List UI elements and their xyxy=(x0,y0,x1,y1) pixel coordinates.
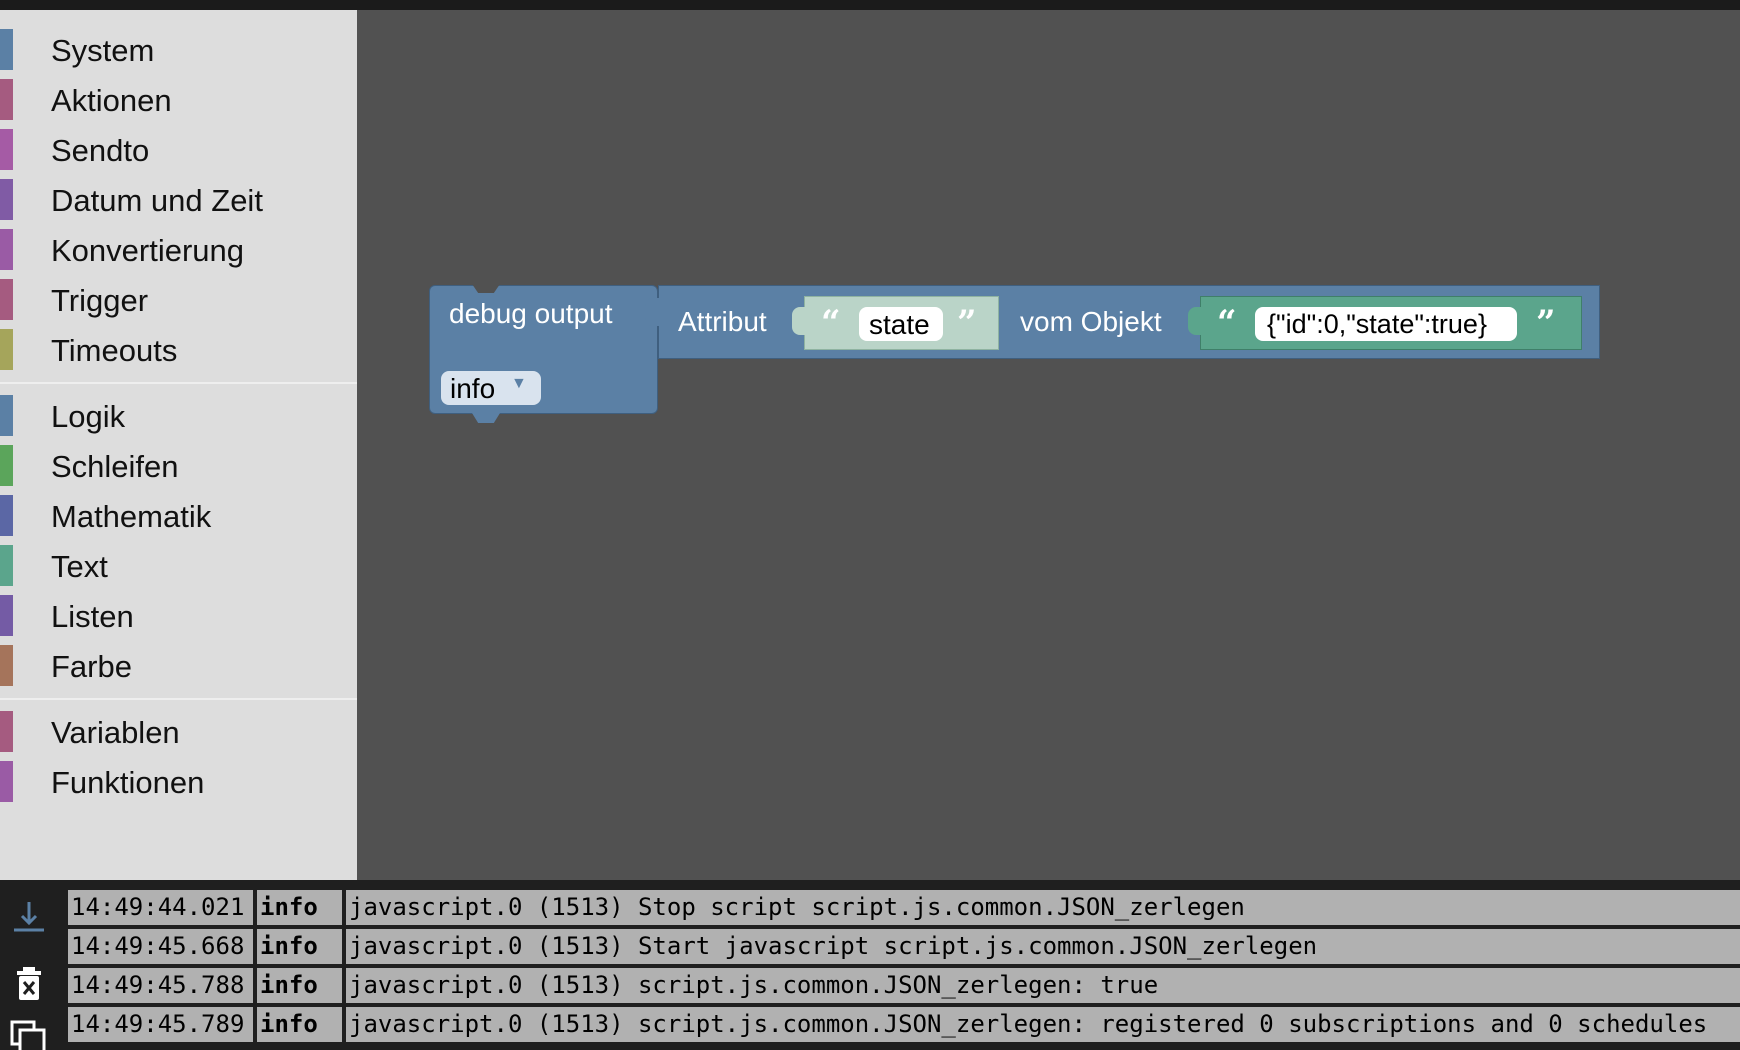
toolbox-category-konvertierung[interactable]: Konvertierung xyxy=(0,228,357,272)
toolbox-separator xyxy=(0,382,357,384)
log-row: 14:49:44.021 info javascript.0 (1513) Stop… xyxy=(68,890,1740,925)
get-attribute-block[interactable]: Attribut “ state ” vom Objekt “ {"id":0,… xyxy=(645,285,1600,359)
object-text-value: {"id":0,"state":true} xyxy=(1267,309,1487,339)
text-block-object[interactable]: “ {"id":0,"state":true} ” xyxy=(1188,296,1582,350)
log-time: 14:49:45.788 xyxy=(68,968,253,1003)
close-quote-icon: ” xyxy=(1536,303,1556,343)
category-color-marker xyxy=(0,545,13,586)
toolbox-category-funktionen[interactable]: Funktionen xyxy=(0,760,357,804)
toolbox-category-mathematik[interactable]: Mathematik xyxy=(0,494,357,538)
category-color-marker xyxy=(0,595,13,636)
toolbox-category-system[interactable]: System xyxy=(0,28,357,72)
category-color-marker xyxy=(0,179,13,220)
toolbox-category-listen[interactable]: Listen xyxy=(0,594,357,638)
blockly-toolbox: System Aktionen Sendto Datum und Zeit Konver… xyxy=(0,10,357,880)
category-label: Aktionen xyxy=(51,83,172,118)
open-quote-icon: “ xyxy=(1217,303,1237,343)
category-color-marker xyxy=(0,229,13,270)
log-level: info xyxy=(257,968,342,1003)
debug-level-value: info xyxy=(450,373,496,404)
output-connector xyxy=(645,298,659,326)
attribute-text-value: state xyxy=(869,309,930,340)
attribute-label: Attribut xyxy=(678,306,767,337)
block-previous-notch xyxy=(472,284,500,293)
text-block-attribute[interactable]: “ state ” xyxy=(792,296,999,350)
category-label: Funktionen xyxy=(51,765,205,800)
log-panel: 14:49:44.021 info javascript.0 (1513) Stop… xyxy=(0,880,1740,1050)
attribute-text-field[interactable]: state xyxy=(859,307,943,341)
category-color-marker xyxy=(0,129,13,170)
toolbox-category-schleifen[interactable]: Schleifen xyxy=(0,444,357,488)
log-time: 14:49:45.789 xyxy=(68,1007,253,1042)
toolbox-category-aktionen[interactable]: Aktionen xyxy=(0,78,357,122)
category-color-marker xyxy=(0,645,13,686)
category-label: System xyxy=(51,33,155,68)
category-label: Listen xyxy=(51,599,134,634)
category-label: Timeouts xyxy=(51,333,178,368)
category-color-marker xyxy=(0,329,13,370)
log-level: info xyxy=(257,929,342,964)
debug-level-dropdown[interactable]: info ▼ xyxy=(441,371,541,405)
category-label: Logik xyxy=(51,399,126,434)
category-label: Variablen xyxy=(51,715,180,750)
category-color-marker xyxy=(0,395,13,436)
log-row: 14:49:45.789 info javascript.0 (1513) scri… xyxy=(68,1007,1740,1042)
category-label: Schleifen xyxy=(51,449,179,484)
toolbox-category-text[interactable]: Text xyxy=(0,544,357,588)
toolbox-category-sendto[interactable]: Sendto xyxy=(0,128,357,172)
toolbox-separator xyxy=(0,698,357,700)
object-text-field[interactable]: {"id":0,"state":true} xyxy=(1255,307,1517,341)
blockly-workspace[interactable] xyxy=(357,10,1740,880)
category-color-marker xyxy=(0,445,13,486)
copy-log-icon[interactable] xyxy=(10,1020,48,1050)
log-message: javascript.0 (1513) Start javascript scr… xyxy=(346,929,1740,964)
log-level: info xyxy=(257,890,342,925)
open-quote-icon: “ xyxy=(821,303,841,343)
category-color-marker xyxy=(0,495,13,536)
text-block-connector xyxy=(792,307,806,335)
category-color-marker xyxy=(0,761,13,802)
log-message: javascript.0 (1513) script.js.common.JSO… xyxy=(346,968,1740,1003)
debug-output-block[interactable]: debug output info ▼ xyxy=(429,284,658,423)
category-label: Text xyxy=(51,549,108,584)
category-label: Sendto xyxy=(51,133,150,168)
category-label: Trigger xyxy=(51,283,149,318)
log-toolbar xyxy=(0,880,64,1050)
toolbox-category-farbe[interactable]: Farbe xyxy=(0,644,357,688)
toolbox-category-datum-und-zeit[interactable]: Datum und Zeit xyxy=(0,178,357,222)
log-row: 14:49:45.668 info javascript.0 (1513) Star… xyxy=(68,929,1740,964)
log-message: javascript.0 (1513) script.js.common.JSO… xyxy=(346,1007,1740,1042)
log-time: 14:49:44.021 xyxy=(68,890,253,925)
category-color-marker xyxy=(0,279,13,320)
scroll-down-icon[interactable] xyxy=(10,898,48,936)
category-color-marker xyxy=(0,29,13,70)
close-quote-icon: ” xyxy=(957,303,977,343)
category-label: Datum und Zeit xyxy=(51,183,263,218)
toolbox-category-timeouts[interactable]: Timeouts xyxy=(0,328,357,372)
debug-output-label: debug output xyxy=(449,298,613,329)
log-row: 14:49:45.788 info javascript.0 (1513) scri… xyxy=(68,968,1740,1003)
top-bar xyxy=(0,0,1740,10)
toolbox-category-variablen[interactable]: Variablen xyxy=(0,710,357,754)
clear-log-icon[interactable] xyxy=(10,965,48,1003)
toolbox-category-trigger[interactable]: Trigger xyxy=(0,278,357,322)
category-label: Mathematik xyxy=(51,499,212,534)
log-time: 14:49:45.668 xyxy=(68,929,253,964)
dropdown-arrow-icon: ▼ xyxy=(511,375,527,392)
category-label: Farbe xyxy=(51,649,132,684)
category-color-marker xyxy=(0,711,13,752)
category-label: Konvertierung xyxy=(51,233,245,268)
category-color-marker xyxy=(0,79,13,120)
log-level: info xyxy=(257,1007,342,1042)
log-message: javascript.0 (1513) Stop script script.j… xyxy=(346,890,1740,925)
toolbox-category-logik[interactable]: Logik xyxy=(0,394,357,438)
object-label: vom Objekt xyxy=(1020,306,1162,337)
text-block-connector xyxy=(1188,307,1202,335)
